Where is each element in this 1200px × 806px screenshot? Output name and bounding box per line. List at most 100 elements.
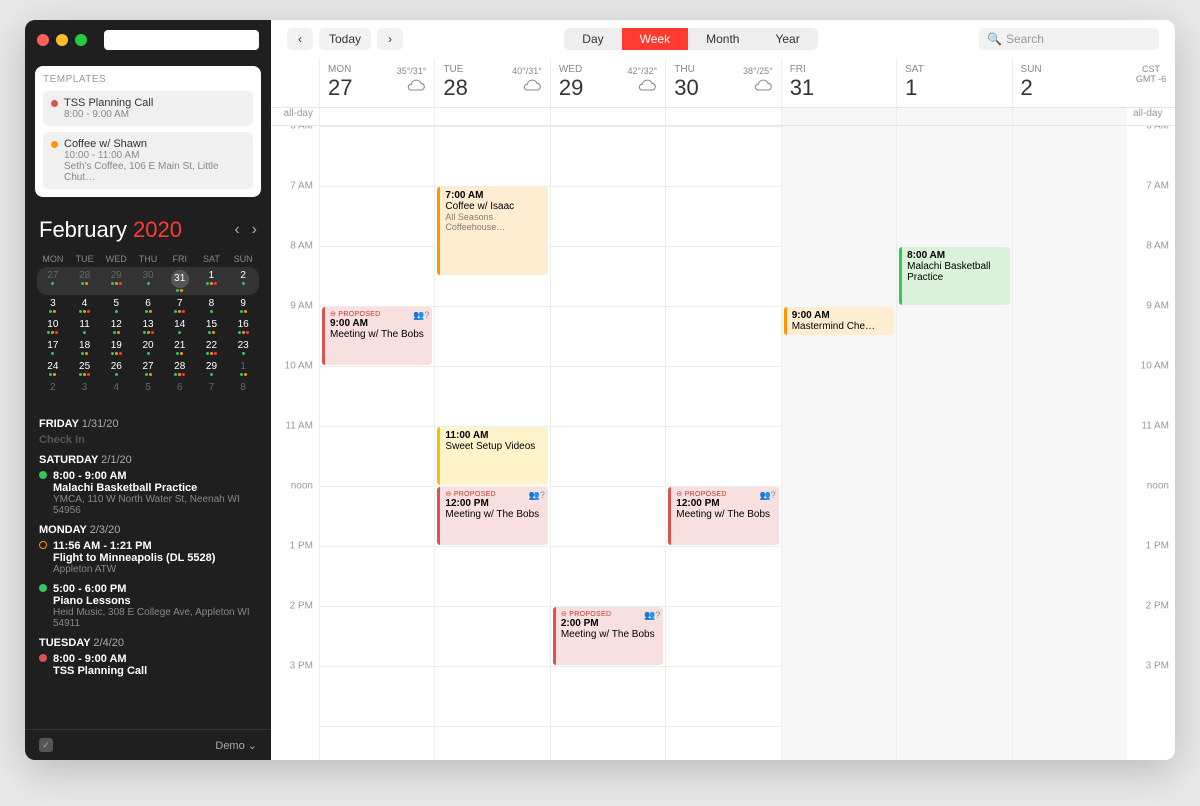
mini-cal-day[interactable]: 31	[164, 267, 196, 295]
mini-cal-day[interactable]: 8	[227, 379, 259, 396]
view-tab-day[interactable]: Day	[564, 28, 621, 50]
mini-cal-day[interactable]: 13	[132, 316, 164, 337]
allday-row: all-day all-day	[271, 108, 1175, 126]
mini-cal-day[interactable]: 27	[37, 267, 69, 295]
template-item[interactable]: TSS Planning Call8:00 - 9:00 AM	[43, 91, 253, 126]
mini-cal-day[interactable]: 27	[132, 358, 164, 379]
mini-cal-day[interactable]: 10	[37, 316, 69, 337]
mini-cal-day[interactable]: 3	[69, 379, 101, 396]
day-header[interactable]: FRI31	[781, 58, 896, 107]
day-column[interactable]: 7:00 AMCoffee w/ IsaacAll Seasons Coffee…	[434, 126, 549, 760]
mini-cal-day[interactable]: 20	[132, 337, 164, 358]
mini-cal-prev-icon[interactable]: ‹	[234, 221, 239, 239]
mini-cal-day[interactable]: 26	[100, 358, 132, 379]
agenda-item[interactable]: Check In	[39, 434, 257, 446]
mini-cal-day[interactable]: 6	[132, 295, 164, 316]
day-header[interactable]: THU3038°/25°	[665, 58, 780, 107]
mini-cal-day[interactable]: 28	[69, 267, 101, 295]
hour-label: 6 AM	[1146, 126, 1169, 132]
mini-cal-day[interactable]: 3	[37, 295, 69, 316]
mini-cal-day[interactable]: 25	[69, 358, 101, 379]
calendar-event[interactable]: 8:00 AMMalachi Basketball Practice	[899, 247, 1009, 305]
mini-cal-day[interactable]: 8	[196, 295, 228, 316]
today-button[interactable]: Today	[319, 28, 371, 50]
mini-cal-day[interactable]: 29	[100, 267, 132, 295]
main-area: ‹ Today › DayWeekMonthYear 🔍 Search MON2…	[271, 20, 1175, 760]
template-item[interactable]: Coffee w/ Shawn10:00 - 11:00 AMSeth's Co…	[43, 132, 253, 189]
day-column[interactable]: ⊖ PROPOSED12:00 PMMeeting w/ The Bobs👥?	[665, 126, 780, 760]
next-week-button[interactable]: ›	[377, 28, 403, 50]
calendar-event[interactable]: 11:00 AMSweet Setup Videos	[437, 427, 547, 485]
sidebar-footer: ✓ Demo ⌄	[25, 729, 271, 760]
prev-week-button[interactable]: ‹	[287, 28, 313, 50]
mini-cal-day[interactable]: 4	[69, 295, 101, 316]
calendar-event[interactable]: 9:00 AMMastermind Che…	[784, 307, 894, 335]
agenda-day-header: SATURDAY 2/1/20	[39, 454, 257, 466]
agenda-item[interactable]: 11:56 AM - 1:21 PMFlight to Minneapolis …	[39, 540, 257, 575]
mini-cal-year: 2020	[133, 217, 182, 243]
day-column[interactable]: 8:00 AMMalachi Basketball Practice	[896, 126, 1011, 760]
week-grid[interactable]: 6 AM7 AM8 AM9 AM10 AM11 AMnoon1 PM2 PM3 …	[271, 126, 1175, 760]
mini-cal-next-icon[interactable]: ›	[252, 221, 257, 239]
mini-cal-day[interactable]: 5	[132, 379, 164, 396]
mini-cal-day[interactable]: 14	[164, 316, 196, 337]
day-column[interactable]: 9:00 AMMastermind Che…	[781, 126, 896, 760]
day-column[interactable]: ⊖ PROPOSED9:00 AMMeeting w/ The Bobs👥?	[319, 126, 434, 760]
minimize-icon[interactable]	[56, 34, 68, 46]
mini-cal-day[interactable]: 1	[196, 267, 228, 295]
mini-cal-day[interactable]: 30	[132, 267, 164, 295]
view-tab-week[interactable]: Week	[622, 28, 688, 50]
calendar-event[interactable]: ⊖ PROPOSED2:00 PMMeeting w/ The Bobs👥?	[553, 607, 663, 665]
mini-calendar[interactable]: MONTUEWEDTHUFRISATSUN 272829303112345678…	[25, 251, 271, 404]
day-header[interactable]: SUN2	[1012, 58, 1127, 107]
day-column[interactable]	[1012, 126, 1127, 760]
mini-cal-day[interactable]: 24	[37, 358, 69, 379]
agenda-item[interactable]: 8:00 - 9:00 AMTSS Planning Call	[39, 653, 257, 677]
mini-cal-day[interactable]: 28	[164, 358, 196, 379]
mini-cal-day[interactable]: 4	[100, 379, 132, 396]
mini-cal-day[interactable]: 29	[196, 358, 228, 379]
mini-cal-day[interactable]: 18	[69, 337, 101, 358]
hour-label: 9 AM	[290, 301, 313, 312]
hour-label: 8 AM	[290, 241, 313, 252]
agenda-item[interactable]: 5:00 - 6:00 PMPiano LessonsHeid Music, 3…	[39, 583, 257, 629]
hour-label: 3 PM	[290, 661, 313, 672]
mini-cal-day[interactable]: 23	[227, 337, 259, 358]
mini-cal-day[interactable]: 21	[164, 337, 196, 358]
view-tab-month[interactable]: Month	[688, 28, 757, 50]
calendar-set-dropdown[interactable]: Demo ⌄	[215, 739, 257, 752]
search-input[interactable]: 🔍 Search	[979, 28, 1159, 50]
mini-cal-day[interactable]: 15	[196, 316, 228, 337]
close-icon[interactable]	[37, 34, 49, 46]
mini-cal-day[interactable]: 12	[100, 316, 132, 337]
mini-cal-day[interactable]: 22	[196, 337, 228, 358]
mini-cal-day[interactable]: 7	[196, 379, 228, 396]
mini-cal-day[interactable]: 6	[164, 379, 196, 396]
mini-cal-day[interactable]: 7	[164, 295, 196, 316]
calendar-event[interactable]: ⊖ PROPOSED9:00 AMMeeting w/ The Bobs👥?	[322, 307, 432, 365]
tasks-toggle-icon[interactable]: ✓	[39, 738, 53, 752]
timezone-label[interactable]: CST GMT -6	[1127, 58, 1175, 107]
mini-cal-day[interactable]: 2	[37, 379, 69, 396]
calendar-event[interactable]: ⊖ PROPOSED12:00 PMMeeting w/ The Bobs👥?	[437, 487, 547, 545]
mini-cal-day[interactable]: 11	[69, 316, 101, 337]
day-header[interactable]: TUE2840°/31°	[434, 58, 549, 107]
mini-cal-day[interactable]: 5	[100, 295, 132, 316]
day-header[interactable]: MON2735°/31°	[319, 58, 434, 107]
agenda-item[interactable]: 8:00 - 9:00 AMMalachi Basketball Practic…	[39, 470, 257, 516]
view-tab-year[interactable]: Year	[757, 28, 817, 50]
app-window: TEMPLATES TSS Planning Call8:00 - 9:00 A…	[25, 20, 1175, 760]
mini-cal-day[interactable]: 9	[227, 295, 259, 316]
calendar-event[interactable]: ⊖ PROPOSED12:00 PMMeeting w/ The Bobs👥?	[668, 487, 778, 545]
zoom-icon[interactable]	[75, 34, 87, 46]
day-header[interactable]: WED2942°/32°	[550, 58, 665, 107]
mini-cal-day[interactable]: 16	[227, 316, 259, 337]
day-header[interactable]: SAT1	[896, 58, 1011, 107]
mini-cal-day[interactable]: 19	[100, 337, 132, 358]
mini-cal-day[interactable]: 17	[37, 337, 69, 358]
mini-cal-day[interactable]: 1	[227, 358, 259, 379]
calendar-event[interactable]: 7:00 AMCoffee w/ IsaacAll Seasons Coffee…	[437, 187, 547, 275]
day-column[interactable]: ⊖ PROPOSED2:00 PMMeeting w/ The Bobs👥?	[550, 126, 665, 760]
sidebar-search-input[interactable]	[104, 30, 259, 50]
mini-cal-day[interactable]: 2	[227, 267, 259, 295]
